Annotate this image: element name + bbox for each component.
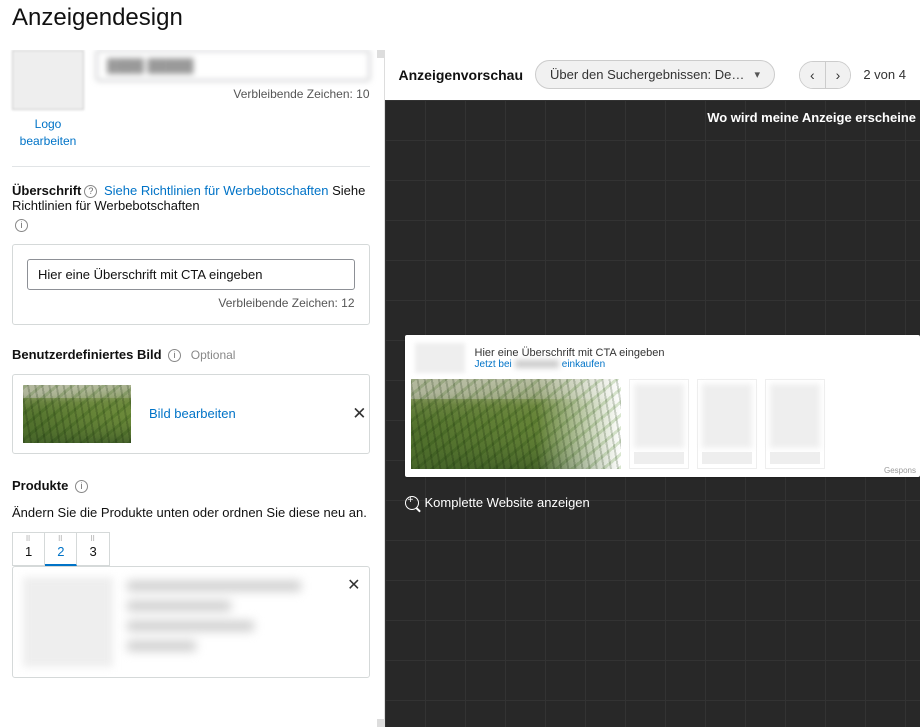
ad-preview-card: Hier eine Überschrift mit CTA eingeben J… xyxy=(405,335,920,477)
ad-product-1 xyxy=(629,379,689,469)
products-help: Ändern Sie die Produkte unten oder ordne… xyxy=(12,503,370,523)
products-label: Produkte xyxy=(12,478,68,493)
ad-hero-image xyxy=(411,379,621,469)
preview-counter: 2 von 4 xyxy=(863,67,906,82)
product-panel: ✕ xyxy=(12,566,370,678)
optional-label: Optional xyxy=(191,348,236,362)
placement-dropdown[interactable]: Über den Suchergebnissen: Deskt… ▾ xyxy=(535,60,775,89)
brand-logo-thumb[interactable] xyxy=(12,50,84,110)
ad-headline: Hier eine Überschrift mit CTA eingeben xyxy=(475,347,665,359)
ad-subline: Jetzt beieinkaufen xyxy=(475,359,665,370)
headline-input[interactable] xyxy=(27,259,355,290)
preview-header: Anzeigenvorschau Über den Suchergebnisse… xyxy=(385,50,920,100)
products-section: Produkte i Ändern Sie die Produkte unten… xyxy=(12,478,370,679)
chevron-down-icon: ▾ xyxy=(754,68,760,81)
product-thumb[interactable] xyxy=(23,577,113,667)
preview-title: Anzeigenvorschau xyxy=(399,67,523,83)
preview-nav: ‹ › xyxy=(799,61,851,89)
headline-box: Verbleibende Zeichen: 12 xyxy=(12,244,370,325)
ad-product-3 xyxy=(765,379,825,469)
logo-edit-link[interactable]: Logo bearbeiten xyxy=(12,116,84,150)
guideline-link[interactable]: Siehe Richtlinien für Werbebotschaften xyxy=(104,183,329,198)
info-icon[interactable]: i xyxy=(15,219,28,232)
page-title: Anzeigendesign xyxy=(12,4,908,32)
form-panel: Logo bearbeiten ████ █████ Verbleibende … xyxy=(0,50,385,727)
custom-image-label: Benutzerdefiniertes Bild xyxy=(12,347,162,362)
info-icon[interactable]: i xyxy=(168,349,181,362)
custom-image-thumb[interactable] xyxy=(23,385,131,443)
product-meta xyxy=(127,577,359,667)
edit-image-link[interactable]: Bild bearbeiten xyxy=(149,406,236,421)
custom-image-section: Benutzerdefiniertes Bild i Optional Bild… xyxy=(12,347,370,454)
product-tab-2[interactable]: ⠿2 xyxy=(45,533,77,566)
dropdown-value: Über den Suchergebnissen: Deskt… xyxy=(550,67,744,82)
headline-chars-remaining: Verbleibende Zeichen: 12 xyxy=(27,296,355,310)
logo-box: Logo bearbeiten xyxy=(12,50,84,150)
remove-image-icon[interactable]: ✕ xyxy=(352,404,366,424)
preview-panel: Anzeigenvorschau Über den Suchergebnisse… xyxy=(385,50,920,727)
ad-product-2 xyxy=(697,379,757,469)
preview-stage: Wo wird meine Anzeige erscheine Hier ein… xyxy=(385,100,920,727)
product-tab-1[interactable]: ⠿1 xyxy=(13,533,45,566)
brand-chars-remaining: Verbleibende Zeichen: 10 xyxy=(96,87,370,101)
remove-product-icon[interactable]: ✕ xyxy=(347,575,360,595)
sponsored-label: Gespons xyxy=(884,466,916,475)
help-icon[interactable]: ? xyxy=(84,185,97,198)
preview-banner-text: Wo wird meine Anzeige erscheine xyxy=(703,110,920,125)
headline-section: Überschrift? Siehe Richtlinien für Werbe… xyxy=(12,183,370,325)
brand-name-input[interactable]: ████ █████ xyxy=(96,50,370,81)
page-title-row: Anzeigendesign xyxy=(0,0,920,50)
zoom-full-site[interactable]: Komplette Website anzeigen xyxy=(405,495,590,510)
magnify-icon xyxy=(405,496,419,510)
headline-label: Überschrift xyxy=(12,183,81,198)
zoom-label: Komplette Website anzeigen xyxy=(425,495,590,510)
separator xyxy=(12,166,370,167)
product-tab-3[interactable]: ⠿3 xyxy=(77,533,109,566)
product-tabs: ⠿1 ⠿2 ⠿3 xyxy=(12,532,110,566)
next-button[interactable]: › xyxy=(825,62,851,88)
prev-button[interactable]: ‹ xyxy=(800,62,825,88)
ad-logo xyxy=(415,343,465,373)
info-icon[interactable]: i xyxy=(75,480,88,493)
scroll-indicator xyxy=(377,50,384,58)
scroll-indicator xyxy=(377,719,384,727)
